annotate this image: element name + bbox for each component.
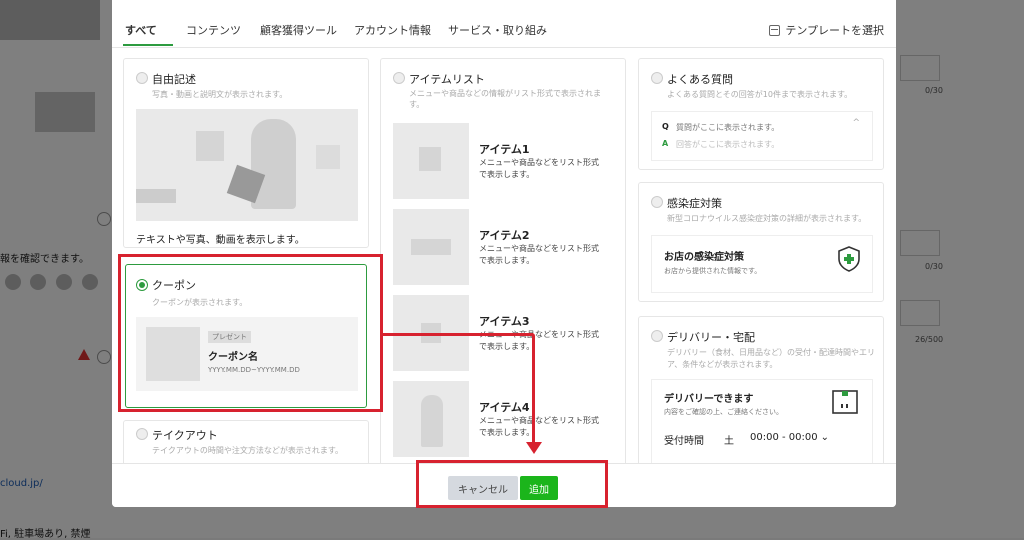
delivery-preview: デリバリーできます 内容をご確認の上、ご連絡ください。 受付時間 土 00:00… xyxy=(651,379,873,465)
item-4-title: アイテム4 xyxy=(479,401,530,414)
tab-contents[interactable]: コンテンツ xyxy=(186,22,241,38)
highlight-footer-buttons xyxy=(416,460,608,508)
card-desc: よくある質問とその回答が10件まで表示されます。 xyxy=(667,90,853,99)
radio-item-list[interactable] xyxy=(393,72,405,84)
item-4-shape xyxy=(421,395,443,447)
item-4-desc-2: で表示します。 xyxy=(479,428,535,437)
highlight-arrow-horizontal xyxy=(383,333,533,336)
faq-a-text: 回答がここに表示されます。 xyxy=(676,140,780,149)
card-delivery[interactable]: デリバリー・宅配 デリバリー（食材、日用品など）の受付・配達時間やエリ ア、条件… xyxy=(638,316,884,466)
card-title: よくある質問 xyxy=(667,73,733,86)
item-2-shape xyxy=(411,239,451,255)
faq-preview: Q 質問がここに表示されます。 ^ A 回答がここに表示されます。 xyxy=(651,111,873,161)
item-2-desc: メニューや商品などをリスト形式 xyxy=(479,244,599,253)
highlight-arrow-vertical xyxy=(532,333,535,445)
item-4-image xyxy=(393,381,469,457)
radio-infection[interactable] xyxy=(651,196,663,208)
card-item-list[interactable]: アイテムリスト メニューや商品などの情報がリスト形式で表示されま す。 アイテム… xyxy=(380,58,626,478)
card-desc: テイクアウトの時間や注文方法などが表示されます。 xyxy=(152,446,344,455)
delivery-box-desc: 内容をご確認の上、ご連絡ください。 xyxy=(664,408,783,416)
delivery-time-value: 00:00 - 00:00 xyxy=(750,432,818,443)
item-3-title: アイテム3 xyxy=(479,315,530,328)
card-title: テイクアウト xyxy=(152,429,218,442)
highlight-coupon-card xyxy=(118,254,383,412)
card-title: 感染症対策 xyxy=(667,197,722,210)
shield-icon xyxy=(838,246,860,272)
card-free-text[interactable]: 自由記述 写真・動画と説明文が表示されます。 テキストや写真、動画を表示します。 xyxy=(123,58,369,248)
item-1-image xyxy=(393,123,469,199)
select-template-label: テンプレートを選択 xyxy=(785,24,884,37)
delivery-hours-label: 受付時間 xyxy=(664,436,704,447)
active-tab-indicator xyxy=(123,44,173,46)
infection-box-desc: お店から提供された情報です。 xyxy=(664,267,762,275)
delivery-box-title: デリバリーできます xyxy=(664,394,754,405)
chevron-up-icon[interactable]: ^ xyxy=(852,118,860,128)
tab-account-info[interactable]: アカウント情報 xyxy=(354,22,431,38)
delivery-day: 土 xyxy=(724,436,734,447)
tab-bar: すべて コンテンツ 顧客獲得ツール アカウント情報 サービス・取り組み テンプレ… xyxy=(112,0,896,48)
card-title: 自由記述 xyxy=(152,73,196,86)
illustration-shape-1 xyxy=(196,131,224,161)
card-infection[interactable]: 感染症対策 新型コロナウイルス感染症対策の詳細が表示されます。 お店の感染症対策… xyxy=(638,182,884,302)
item-1-title: アイテム1 xyxy=(479,143,530,156)
item-3-desc-2: で表示します。 xyxy=(479,342,535,351)
item-1-desc: メニューや商品などをリスト形式 xyxy=(479,158,599,167)
faq-q-label: Q xyxy=(662,122,669,131)
item-1-shape xyxy=(419,147,441,171)
card-desc-2: す。 xyxy=(409,100,425,109)
highlight-arrow-head xyxy=(526,442,542,454)
card-desc-2: ア、条件などが表示されます。 xyxy=(667,360,778,369)
delivery-time-select[interactable]: 00:00 - 00:00 ⌄ xyxy=(750,432,829,443)
infection-preview: お店の感染症対策 お店から提供された情報です。 xyxy=(651,235,873,293)
card-title: アイテムリスト xyxy=(409,73,485,86)
item-2-title: アイテム2 xyxy=(479,229,530,242)
tab-all[interactable]: すべて xyxy=(125,22,157,38)
radio-faq[interactable] xyxy=(651,72,663,84)
infection-box-title: お店の感染症対策 xyxy=(664,252,744,263)
chevron-down-icon: ⌄ xyxy=(820,432,829,443)
illustration-shape-4 xyxy=(136,189,176,203)
card-desc: メニューや商品などの情報がリスト形式で表示されま xyxy=(409,89,601,98)
illustration-shape-2 xyxy=(316,145,340,169)
card-title: デリバリー・宅配 xyxy=(667,331,755,344)
template-icon xyxy=(769,24,781,36)
card-desc: デリバリー（食材、日用品など）の受付・配達時間やエリ xyxy=(667,348,875,357)
tab-services[interactable]: サービス・取り組み xyxy=(448,22,547,38)
tab-customer-tools[interactable]: 顧客獲得ツール xyxy=(260,22,337,38)
select-template-button[interactable]: テンプレートを選択 xyxy=(769,22,884,38)
delivery-box-icon xyxy=(832,390,858,414)
card-desc: 新型コロナウイルス感染症対策の詳細が表示されます。 xyxy=(667,214,867,223)
faq-q-text: 質問がここに表示されます。 xyxy=(676,123,780,132)
radio-delivery[interactable] xyxy=(651,330,663,342)
card-faq[interactable]: よくある質問 よくある質問とその回答が10件まで表示されます。 Q 質問がここに… xyxy=(638,58,884,170)
item-2-desc-2: で表示します。 xyxy=(479,256,535,265)
radio-takeout[interactable] xyxy=(136,428,148,440)
item-4-desc: メニューや商品などをリスト形式 xyxy=(479,416,599,425)
free-text-caption: テキストや写真、動画を表示します。 xyxy=(136,235,305,246)
card-desc: 写真・動画と説明文が表示されます。 xyxy=(152,90,288,99)
radio-free-text[interactable] xyxy=(136,72,148,84)
faq-a-label: A xyxy=(662,139,669,148)
free-text-illustration xyxy=(136,109,358,221)
item-2-image xyxy=(393,209,469,285)
item-1-desc-2: で表示します。 xyxy=(479,170,535,179)
